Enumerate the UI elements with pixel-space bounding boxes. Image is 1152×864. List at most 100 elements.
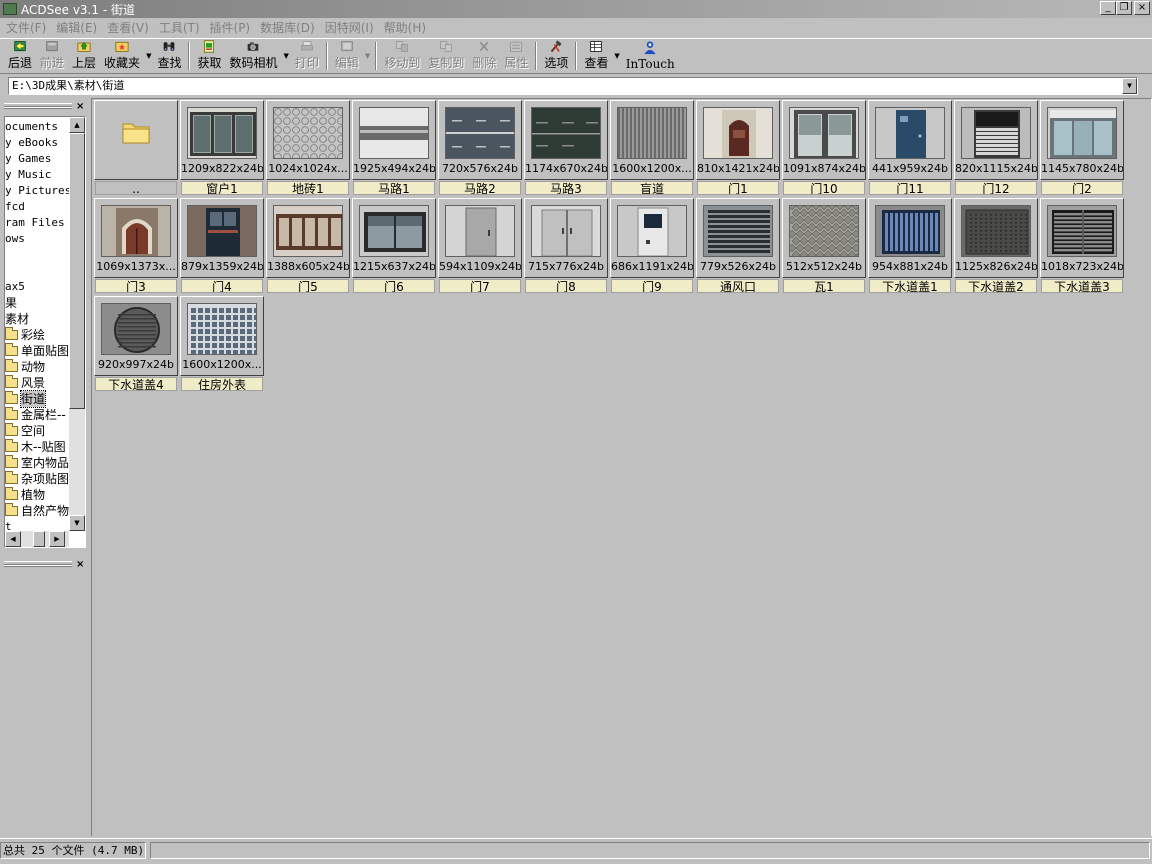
properties-button[interactable]: 属性 — [500, 39, 532, 73]
thumbnail-item[interactable]: 1069x1373x... 门3 — [94, 198, 178, 294]
tree-item[interactable]: 单面贴图 — [5, 343, 69, 359]
thumbnail-frame[interactable]: 820x1115x24b — [954, 100, 1038, 180]
tree-item[interactable] — [5, 263, 69, 279]
thumbnail-item[interactable]: 1600x1200x... 盲道 — [610, 100, 694, 196]
camera-dropdown-arrow[interactable]: ▼ — [282, 39, 291, 73]
digital-camera-button[interactable]: 数码相机 — [225, 39, 281, 73]
thumbnail-item[interactable]: 1209x822x24b 窗户1 — [180, 100, 264, 196]
tree-item[interactable]: fcd — [5, 199, 69, 215]
scroll-left-arrow-icon[interactable]: ◀ — [5, 531, 21, 547]
thumbnail-filename[interactable]: 门12 — [955, 181, 1037, 195]
thumbnail-filename[interactable]: 地砖1 — [267, 181, 349, 195]
thumbnail-frame[interactable]: 441x959x24b — [868, 100, 952, 180]
tree-item[interactable]: 风景 — [5, 375, 69, 391]
tree-item[interactable]: y eBooks — [5, 135, 69, 151]
thumbnail-item[interactable]: 1125x826x24b 下水道盖2 — [954, 198, 1038, 294]
favorites-button[interactable]: 收藏夹 — [100, 39, 144, 73]
back-button[interactable]: 后退 — [4, 39, 36, 73]
thumbnail-frame[interactable]: 594x1109x24b — [438, 198, 522, 278]
folder-pane-close-icon[interactable]: × — [76, 102, 84, 112]
scrollbar-thumb[interactable] — [69, 133, 85, 409]
thumbnail-filename[interactable]: 通风口 — [697, 279, 779, 293]
scroll-up-arrow-icon[interactable]: ▲ — [69, 117, 85, 133]
tree-item[interactable]: ram Files — [5, 215, 69, 231]
address-path-field[interactable]: E:\3D成果\素材\街道 ▼ — [8, 77, 1138, 95]
tree-item[interactable]: 动物 — [5, 359, 69, 375]
thumbnail-item[interactable]: 1600x1200x... 住房外表 — [180, 296, 264, 392]
thumbnail-filename[interactable]: 马路2 — [439, 181, 521, 195]
menu-item[interactable]: 数据库(D) — [258, 19, 323, 36]
tree-item[interactable]: 空间 — [5, 423, 69, 439]
thumbnail-item[interactable]: 441x959x24b 门11 — [868, 100, 952, 196]
thumbnail-frame[interactable]: 686x1191x24b — [610, 198, 694, 278]
thumbnail-item[interactable]: 920x997x24b 下水道盖4 — [94, 296, 178, 392]
thumbnail-item[interactable]: 879x1359x24b 门4 — [180, 198, 264, 294]
thumbnail-view[interactable]: .. 1209x822x24b 窗户1 1024x1024x... 地砖1 1925x49… — [91, 98, 1152, 836]
intouch-button[interactable]: InTouch — [622, 39, 679, 73]
thumbnail-frame[interactable]: 1209x822x24b — [180, 100, 264, 180]
thumbnail-frame[interactable]: 879x1359x24b — [180, 198, 264, 278]
thumbnail-item[interactable]: 1215x637x24b 门6 — [352, 198, 436, 294]
thumbnail-frame[interactable]: 1925x494x24b — [352, 100, 436, 180]
thumbnail-filename[interactable]: 门3 — [95, 279, 177, 293]
edit-button[interactable]: 编辑 — [331, 39, 363, 73]
thumbnail-frame[interactable]: 1069x1373x... — [94, 198, 178, 278]
thumbnail-filename[interactable]: 门2 — [1041, 181, 1123, 195]
thumbnail-frame[interactable]: 1600x1200x... — [180, 296, 264, 376]
tree-vertical-scrollbar[interactable]: ▲ ▼ — [69, 117, 85, 531]
thumbnail-frame[interactable]: 720x576x24b — [438, 100, 522, 180]
menu-item[interactable]: 插件(P) — [208, 19, 259, 36]
view-dropdown-arrow[interactable]: ▼ — [612, 39, 621, 73]
tree-item[interactable] — [5, 247, 69, 263]
menu-item[interactable]: 编辑(E) — [54, 19, 105, 36]
menu-item[interactable]: 文件(F) — [4, 19, 54, 36]
thumbnail-item[interactable]: 720x576x24b 马路2 — [438, 100, 522, 196]
tree-item[interactable]: 街道 — [5, 390, 69, 408]
tree-item[interactable]: 金属栏-- — [5, 407, 69, 423]
menu-item[interactable]: 因特网(I) — [323, 19, 382, 36]
tree-item[interactable]: 果 — [5, 295, 69, 311]
thumbnail-filename[interactable]: 住房外表 — [181, 377, 263, 391]
thumbnail-frame[interactable]: 954x881x24b — [868, 198, 952, 278]
thumbnail-frame[interactable]: 1388x605x24b — [266, 198, 350, 278]
thumbnail-item[interactable]: 1018x723x24b 下水道盖3 — [1040, 198, 1124, 294]
thumbnail-filename[interactable]: 瓦1 — [783, 279, 865, 293]
thumbnail-item[interactable]: 594x1109x24b 门7 — [438, 198, 522, 294]
thumbnail-filename[interactable]: 门4 — [181, 279, 263, 293]
thumbnail-filename[interactable]: 下水道盖2 — [955, 279, 1037, 293]
favorites-dropdown-arrow[interactable]: ▼ — [144, 39, 153, 73]
thumbnail-filename[interactable]: 门9 — [611, 279, 693, 293]
thumbnail-frame[interactable]: 1600x1200x... — [610, 100, 694, 180]
thumbnail-item[interactable]: 1145x780x24b 门2 — [1040, 100, 1124, 196]
thumbnail-item[interactable]: .. — [94, 100, 178, 196]
thumbnail-filename[interactable]: 门7 — [439, 279, 521, 293]
thumbnail-item[interactable]: 820x1115x24b 门12 — [954, 100, 1038, 196]
tree-item[interactable]: y Pictures — [5, 183, 69, 199]
thumbnail-frame[interactable]: 1215x637x24b — [352, 198, 436, 278]
address-dropdown-button[interactable]: ▼ — [1122, 78, 1137, 94]
thumbnail-frame[interactable]: 1174x670x24b — [524, 100, 608, 180]
edit-dropdown-arrow[interactable]: ▼ — [363, 39, 372, 73]
thumbnail-frame[interactable] — [94, 100, 178, 180]
thumbnail-item[interactable]: 1388x605x24b 门5 — [266, 198, 350, 294]
thumbnail-filename[interactable]: 下水道盖4 — [95, 377, 177, 391]
tree-item[interactable]: 杂项贴图 — [5, 471, 69, 487]
thumbnail-item[interactable]: 1925x494x24b 马路1 — [352, 100, 436, 196]
thumbnail-filename[interactable]: 马路1 — [353, 181, 435, 195]
pane-grip-handle[interactable] — [4, 103, 72, 109]
find-button[interactable]: 查找 — [153, 39, 185, 73]
tree-item[interactable]: y Games — [5, 151, 69, 167]
thumbnail-filename[interactable]: 门1 — [697, 181, 779, 195]
print-button[interactable]: 打印 — [291, 39, 323, 73]
thumbnail-item[interactable]: 1174x670x24b 马路3 — [524, 100, 608, 196]
close-button[interactable]: × — [1134, 1, 1150, 15]
thumbnail-filename[interactable]: 窗户1 — [181, 181, 263, 195]
minimize-button[interactable]: _ — [1100, 1, 1116, 15]
options-button[interactable]: 选项 — [540, 39, 572, 73]
up-folder-button[interactable]: 上层 — [68, 39, 100, 73]
thumbnail-filename[interactable]: 下水道盖1 — [869, 279, 951, 293]
move-to-button[interactable]: 移动到 — [380, 39, 424, 73]
menu-item[interactable]: 工具(T) — [157, 19, 208, 36]
thumbnail-frame[interactable]: 1018x723x24b — [1040, 198, 1124, 278]
thumbnail-frame[interactable]: 810x1421x24b — [696, 100, 780, 180]
